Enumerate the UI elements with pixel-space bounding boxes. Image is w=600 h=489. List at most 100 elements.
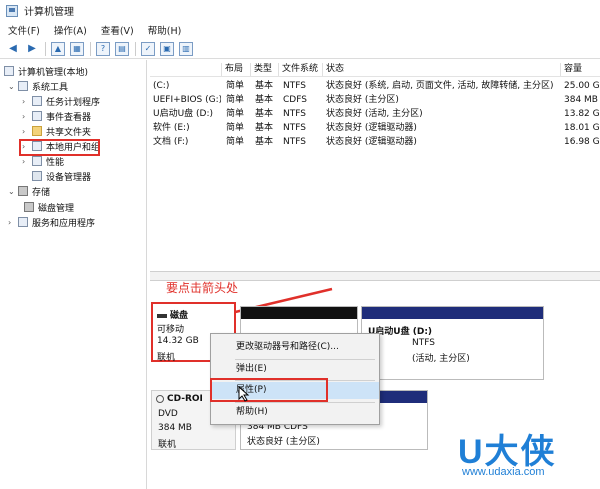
- table-row[interactable]: (C:) 简单 基本 NTFS 状态良好 (系统, 启动, 页面文件, 活动, …: [150, 79, 600, 93]
- volume-status: 状态良好 (逻辑驱动器): [326, 123, 417, 133]
- menu-help[interactable]: 帮助(H): [148, 23, 182, 37]
- column-type[interactable]: 类型: [250, 63, 278, 76]
- disk-1-size: 14.32 GB: [157, 336, 199, 346]
- partition-status: (活动, 主分区): [412, 354, 470, 364]
- column-layout[interactable]: 布局: [221, 63, 250, 76]
- window-title: 计算机管理: [24, 7, 74, 18]
- chevron-right-icon[interactable]: ›: [22, 112, 32, 121]
- tree-root-label: 计算机管理(本地): [18, 67, 89, 78]
- table-row[interactable]: U启动U盘 (D:) 简单 基本 NTFS 状态良好 (活动, 主分区) 13.…: [150, 107, 600, 121]
- tree-view-icon[interactable]: ▦: [70, 41, 84, 56]
- volume-type: 基本: [255, 81, 274, 91]
- menu-item-change-drive-letter[interactable]: 更改驱动器号和路径(C)...: [211, 339, 379, 356]
- chevron-right-icon[interactable]: ›: [8, 218, 18, 227]
- volume-layout: 简单: [226, 137, 245, 147]
- tree-device-manager[interactable]: 设备管理器: [32, 169, 91, 183]
- volume-fs: NTFS: [283, 123, 306, 133]
- tree-root[interactable]: 计算机管理(本地): [4, 64, 88, 78]
- tree-shared-folders-label: 共享文件夹: [46, 127, 92, 138]
- column-capacity[interactable]: 容量: [560, 63, 600, 76]
- tree-storage[interactable]: ⌄ 存储: [8, 184, 50, 198]
- volume-capacity: 384 MB: [564, 95, 598, 105]
- tree-performance[interactable]: › 性能: [22, 154, 64, 168]
- mouse-cursor-icon: [238, 386, 250, 402]
- menu-bar: 文件(F) 操作(A) 查看(V) 帮助(H): [0, 21, 600, 39]
- menu-item-help[interactable]: 帮助(H): [211, 404, 379, 421]
- volume-capacity: 13.82 GE: [564, 109, 600, 119]
- export-icon[interactable]: ▣: [160, 41, 174, 56]
- volume-name: 软件 (E:): [153, 123, 190, 133]
- properties-icon[interactable]: ▤: [115, 41, 129, 56]
- storage-icon: [18, 186, 28, 196]
- volume-fs: NTFS: [283, 109, 306, 119]
- help-icon[interactable]: ?: [96, 41, 110, 56]
- menu-view[interactable]: 查看(V): [101, 23, 134, 37]
- volume-fs: NTFS: [283, 81, 306, 91]
- disk-2-name: CD-ROI: [156, 394, 203, 404]
- volume-layout: 简单: [226, 95, 245, 105]
- tree-device-manager-label: 设备管理器: [46, 172, 92, 183]
- volume-type: 基本: [255, 137, 274, 147]
- view-icon[interactable]: ▥: [179, 41, 193, 56]
- table-row[interactable]: 文档 (F:) 简单 基本 NTFS 状态良好 (逻辑驱动器) 16.98 GE: [150, 135, 600, 149]
- menu-item-eject[interactable]: 弹出(E): [211, 361, 379, 378]
- volume-status: 状态良好 (活动, 主分区): [326, 109, 423, 119]
- tree-services-apps[interactable]: › 服务和应用程序: [8, 215, 95, 229]
- tree-services-apps-label: 服务和应用程序: [32, 218, 96, 229]
- shared-folder-icon: [32, 126, 42, 136]
- disk-2-state: 联机: [158, 440, 177, 450]
- chevron-right-icon[interactable]: ›: [22, 157, 32, 166]
- volume-name: U启动U盘 (D:): [153, 109, 214, 119]
- volume-name: UEFI+BIOS (G:): [153, 95, 221, 105]
- toolbar-separator: [135, 41, 136, 56]
- tree-event-viewer[interactable]: › 事件查看器: [22, 109, 91, 123]
- toolbar-separator: [90, 41, 91, 56]
- toolbar: ◀ ▶ ▲ ▦ ? ▤ ✓ ▣ ▥: [0, 39, 600, 59]
- checklist-icon[interactable]: ✓: [141, 41, 155, 56]
- tree-system-tools[interactable]: ⌄ 系统工具: [8, 79, 68, 93]
- volume-fs: NTFS: [283, 137, 306, 147]
- clock-icon: [32, 96, 42, 106]
- tree-disk-management[interactable]: 磁盘管理: [24, 200, 74, 214]
- volume-list-header: 布局 类型 文件系统 状态 容量: [150, 62, 600, 77]
- volume-type: 基本: [255, 123, 274, 133]
- back-arrow-icon[interactable]: ◀: [6, 42, 20, 56]
- disk-1-partition-d[interactable]: U启动U盘 (D:) NTFS (活动, 主分区): [361, 306, 544, 380]
- tree-shared-folders[interactable]: › 共享文件夹: [22, 124, 91, 138]
- tree-storage-label: 存储: [32, 187, 51, 198]
- tree-task-scheduler[interactable]: › 任务计划程序: [22, 94, 100, 108]
- forward-arrow-icon[interactable]: ▶: [25, 42, 39, 56]
- volume-layout: 简单: [226, 109, 245, 119]
- chevron-down-icon[interactable]: ⌄: [8, 187, 18, 196]
- tree-system-tools-label: 系统工具: [32, 82, 69, 93]
- volume-fs: CDFS: [283, 95, 307, 105]
- properties-highlight: [210, 378, 328, 402]
- volume-type: 基本: [255, 95, 274, 105]
- disk-1-name: 磁盘: [157, 308, 188, 321]
- disk-1-state: 联机: [157, 353, 176, 363]
- partition-bar: [241, 307, 357, 319]
- title-bar: 计算机管理: [0, 0, 600, 21]
- chevron-right-icon[interactable]: ›: [22, 97, 32, 106]
- chevron-down-icon[interactable]: ⌄: [8, 82, 18, 91]
- menu-separator: [235, 402, 375, 403]
- disk-1-type: 可移动: [157, 325, 185, 335]
- volume-name: (C:): [153, 81, 170, 91]
- volume-layout: 简单: [226, 81, 245, 91]
- table-row[interactable]: UEFI+BIOS (G:) 简单 基本 CDFS 状态良好 (主分区) 384…: [150, 93, 600, 107]
- disk-management-highlight: [19, 139, 100, 156]
- volume-capacity: 18.01 GE: [564, 123, 600, 133]
- partition-fs: NTFS: [412, 338, 435, 348]
- tree-disk-management-label: 磁盘管理: [38, 203, 75, 214]
- toolbar-separator: [45, 41, 46, 56]
- folder-up-icon[interactable]: ▲: [51, 41, 65, 56]
- table-row[interactable]: 软件 (E:) 简单 基本 NTFS 状态良好 (逻辑驱动器) 18.01 GE: [150, 121, 600, 135]
- chevron-right-icon[interactable]: ›: [22, 127, 32, 136]
- menu-file[interactable]: 文件(F): [8, 23, 40, 37]
- performance-icon: [32, 156, 42, 166]
- device-manager-icon: [32, 171, 42, 181]
- column-status[interactable]: 状态: [322, 63, 560, 76]
- column-filesystem[interactable]: 文件系统: [278, 63, 322, 76]
- tree-task-scheduler-label: 任务计划程序: [46, 97, 101, 108]
- menu-action[interactable]: 操作(A): [54, 23, 87, 37]
